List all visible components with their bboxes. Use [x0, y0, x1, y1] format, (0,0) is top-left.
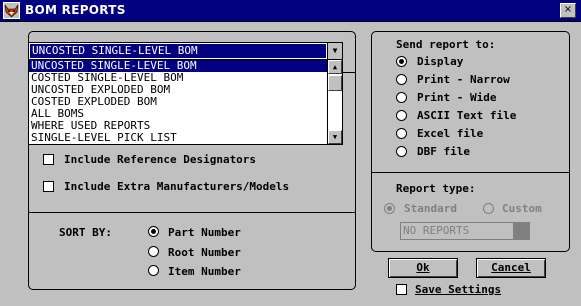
save-settings-checkbox[interactable]: [396, 284, 407, 295]
report-type-option-label: Standard: [404, 202, 457, 215]
custom-report-value: NO REPORTS: [403, 224, 470, 237]
sort-root-number-radio[interactable]: [148, 246, 159, 257]
title-bar: BOM REPORTS ×: [0, 0, 581, 22]
ok-button[interactable]: Ok: [388, 258, 458, 278]
send-option-label: ASCII Text file: [417, 109, 517, 122]
sort-item-number-radio[interactable]: [148, 265, 159, 276]
cancel-button[interactable]: Cancel: [476, 258, 546, 278]
app-fox-icon[interactable]: [3, 2, 20, 19]
send-ascii-radio[interactable]: [396, 110, 407, 121]
sort-option-label: Root Number: [168, 246, 241, 259]
window-title: BOM REPORTS: [25, 3, 126, 17]
close-button[interactable]: ×: [560, 3, 576, 18]
send-dbf-radio[interactable]: [396, 146, 407, 157]
save-settings-label: Save Settings: [415, 283, 502, 296]
combo-selected-value: UNCOSTED SINGLE-LEVEL BOM: [30, 44, 326, 58]
send-option-label: Excel file: [417, 127, 484, 140]
report-type-option-label: Custom: [502, 202, 542, 215]
report-type-standard-radio[interactable]: [384, 203, 395, 214]
chevron-down-icon[interactable]: [513, 223, 529, 239]
send-excel-radio[interactable]: [396, 128, 407, 139]
send-display-radio[interactable]: [396, 56, 407, 67]
ok-button-label: Ok: [416, 261, 430, 274]
panel-divider: [28, 212, 356, 213]
send-print-narrow-radio[interactable]: [396, 74, 407, 85]
report-type-title: Report type:: [396, 182, 476, 195]
scroll-down-icon[interactable]: ▼: [328, 130, 342, 144]
send-report-title: Send report to:: [396, 38, 496, 51]
include-extra-mfr-checkbox[interactable]: [43, 181, 54, 192]
sort-option-label: Part Number: [168, 226, 241, 239]
report-dropdown-list[interactable]: UNCOSTED SINGLE-LEVEL BOM COSTED SINGLE-…: [28, 59, 343, 145]
report-type-combo[interactable]: UNCOSTED SINGLE-LEVEL BOM ▼: [28, 42, 343, 60]
include-ref-designators-label: Include Reference Designators: [64, 153, 257, 166]
dropdown-scrollbar[interactable]: ▲ ▼: [327, 60, 342, 144]
send-option-label: DBF file: [417, 145, 470, 158]
send-option-label: Print - Narrow: [417, 73, 510, 86]
report-type-custom-radio[interactable]: [483, 203, 494, 214]
close-icon: ×: [563, 4, 573, 15]
list-item[interactable]: SINGLE-LEVEL PICK LIST: [29, 132, 327, 144]
sort-by-label: SORT BY:: [59, 226, 112, 239]
cancel-button-label: Cancel: [491, 261, 531, 274]
send-option-label: Display: [417, 55, 464, 68]
send-option-label: Print - Wide: [417, 91, 497, 104]
sort-option-label: Item Number: [168, 265, 241, 278]
scroll-up-icon[interactable]: ▲: [328, 60, 342, 74]
send-print-wide-radio[interactable]: [396, 92, 407, 103]
panel-divider: [371, 172, 570, 173]
chevron-down-icon[interactable]: ▼: [327, 43, 342, 59]
sort-part-number-radio[interactable]: [148, 226, 159, 237]
scroll-thumb[interactable]: [328, 75, 342, 91]
custom-report-combo[interactable]: NO REPORTS: [400, 222, 530, 240]
include-ref-designators-checkbox[interactable]: [43, 154, 54, 165]
include-extra-mfr-label: Include Extra Manufacturers/Models: [64, 180, 290, 193]
